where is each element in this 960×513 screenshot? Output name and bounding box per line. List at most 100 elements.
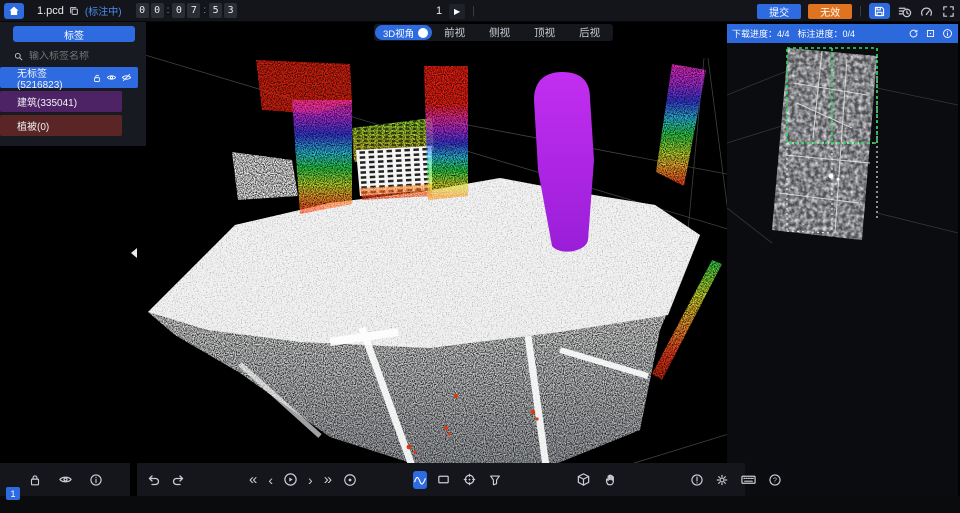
visibility-tool-button[interactable] <box>58 472 73 487</box>
label-search[interactable] <box>13 48 136 64</box>
annotation-progress: 标注进度：0/4 <box>798 27 856 40</box>
invalid-button[interactable]: 无效 <box>808 4 852 19</box>
scene-index-badge[interactable]: 1 <box>6 487 20 500</box>
history-button[interactable] <box>897 4 912 19</box>
frame-number: 1 <box>436 5 442 17</box>
cube-view-button[interactable] <box>576 472 591 487</box>
label-sidebar: 标签 无标签(5216823) 建筑(335041) 植被(0) <box>0 22 146 146</box>
funnel-icon <box>488 473 502 487</box>
tab-top-view[interactable]: 顶视 <box>522 25 567 40</box>
skip-last-button[interactable]: » <box>324 472 332 487</box>
tab-back-view[interactable]: 后视 <box>567 25 612 40</box>
skip-first-button[interactable]: « <box>249 472 257 487</box>
copy-icon[interactable] <box>68 5 80 17</box>
home-icon <box>7 4 21 18</box>
fullscreen-icon <box>941 4 956 19</box>
settings-button[interactable] <box>715 473 729 487</box>
tags-button[interactable]: 标签 <box>13 26 135 42</box>
minimap-image <box>772 48 877 240</box>
divider: | <box>859 5 862 17</box>
locate-box-icon[interactable] <box>925 28 936 39</box>
tab-front-view[interactable]: 前视 <box>432 25 477 40</box>
next-frame-button[interactable]: › <box>308 473 313 487</box>
timer-digit: 0 <box>151 3 164 18</box>
hand-icon <box>603 472 618 487</box>
play-sequence-button[interactable] <box>283 472 298 487</box>
minimap-canvas[interactable] <box>727 43 958 513</box>
submit-button[interactable]: 提交 <box>757 4 801 19</box>
fullscreen-button[interactable] <box>941 4 956 19</box>
redo-icon <box>171 472 187 488</box>
eye-icon <box>58 472 73 487</box>
history-icon <box>897 4 912 19</box>
rectangle-tool-icon <box>436 472 451 487</box>
gear-icon <box>715 473 729 487</box>
record-circle-icon <box>343 473 357 487</box>
info-icon[interactable] <box>942 28 953 39</box>
redo-button[interactable] <box>171 472 187 488</box>
timer-colon: : <box>167 5 170 16</box>
label-name: 建筑(335041) <box>17 94 77 109</box>
info-tool-button[interactable] <box>89 473 103 487</box>
bottom-strip <box>0 496 960 513</box>
top-right-actions: 提交 无效 | <box>757 0 956 22</box>
label-row-vegetation[interactable]: 植被(0) <box>0 115 122 136</box>
prev-frame-button[interactable]: ‹ <box>268 473 273 487</box>
eye-icon[interactable] <box>106 72 117 83</box>
target-icon <box>462 472 477 487</box>
undo-button[interactable] <box>145 472 161 488</box>
lock-tool-button[interactable] <box>28 473 42 487</box>
label-row-actions <box>92 72 132 83</box>
search-input[interactable] <box>29 51 129 62</box>
search-icon <box>13 51 24 62</box>
top-bar: 1.pcd (标注中) 0 0 : 0 7 : 5 3 1 ▶ | 提交 无效 … <box>0 0 960 22</box>
shortcuts-button[interactable] <box>740 472 757 487</box>
target-tool-button[interactable] <box>462 472 477 487</box>
toggle-knob <box>418 28 428 38</box>
exclaim-circle-icon <box>690 473 704 487</box>
tab-3d-view[interactable]: 3D视角 <box>375 25 432 40</box>
minimap-header: 下载进度：4/4 标注进度：0/4 <box>727 24 958 43</box>
timer-digit: 5 <box>209 3 222 18</box>
lock-icon <box>28 473 42 487</box>
play-icon: ▶ <box>454 7 460 16</box>
minimap-actions <box>908 28 953 39</box>
save-icon <box>873 5 886 18</box>
lock-icon[interactable] <box>92 73 102 83</box>
eye-off-icon[interactable] <box>121 72 132 83</box>
info-icon <box>89 473 103 487</box>
timer-colon: : <box>203 5 206 16</box>
sidebar-collapse-handle[interactable] <box>131 248 137 258</box>
record-button[interactable] <box>343 473 357 487</box>
filter-tool-button[interactable] <box>488 473 502 487</box>
save-button[interactable] <box>869 3 890 19</box>
help-button[interactable]: ? <box>768 473 782 487</box>
undo-icon <box>145 472 161 488</box>
label-name: 无标签(5216823) <box>17 65 92 91</box>
session-timer: 0 0 : 0 7 : 5 3 <box>136 3 238 18</box>
timer-digit: 0 <box>136 3 149 18</box>
keyboard-icon <box>740 472 757 487</box>
tab-side-view[interactable]: 侧视 <box>477 25 522 40</box>
label-row-unlabeled[interactable]: 无标签(5216823) <box>0 67 138 88</box>
bottom-main-toolbar: « ‹ › » <box>137 463 745 496</box>
polyline-tool-button[interactable] <box>413 471 427 489</box>
point-cloud-ground <box>148 178 700 466</box>
gauge-icon <box>919 4 934 19</box>
home-button[interactable] <box>4 3 24 19</box>
cube-icon <box>576 472 591 487</box>
timer-digit: 0 <box>172 3 185 18</box>
play-button[interactable]: ▶ <box>449 4 465 19</box>
annotation-status: (标注中) <box>85 3 122 18</box>
play-circle-icon <box>283 472 298 487</box>
label-row-building[interactable]: 建筑(335041) <box>0 91 122 112</box>
issues-button[interactable] <box>690 473 704 487</box>
frame-controls: 1 ▶ | <box>436 0 475 22</box>
pan-hand-button[interactable] <box>603 472 618 487</box>
performance-button[interactable] <box>919 4 934 19</box>
pointcloud-annotation-app: { "top_bar": { "file_name": "1.pcd", "st… <box>0 0 960 513</box>
label-name: 植被(0) <box>17 118 49 133</box>
rectangle-tool-button[interactable] <box>436 472 451 487</box>
refresh-icon[interactable] <box>908 28 919 39</box>
tab-3d-label: 3D视角 <box>383 26 414 40</box>
